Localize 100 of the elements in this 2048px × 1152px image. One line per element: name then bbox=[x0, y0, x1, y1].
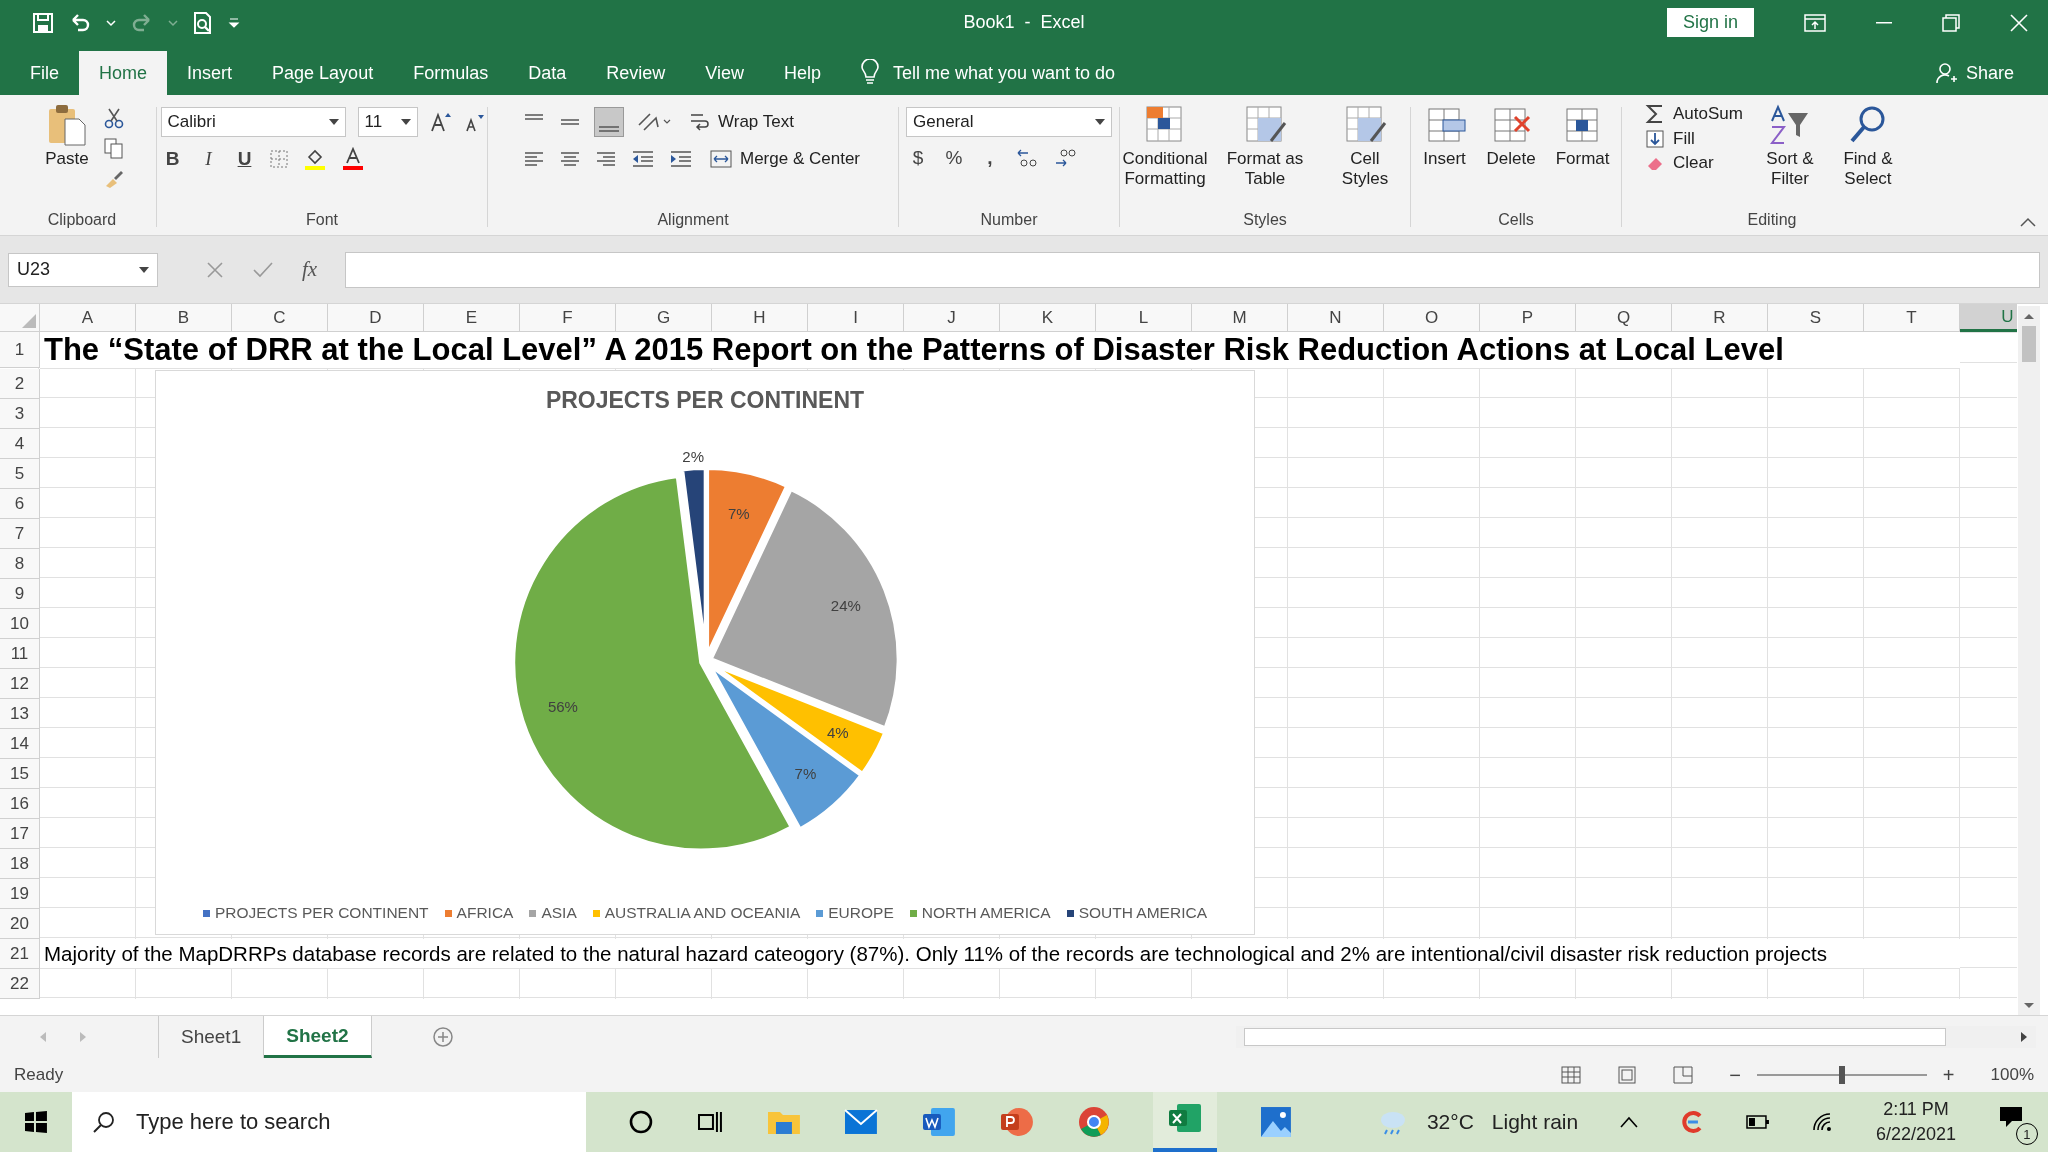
styles-button[interactable]: Cell Styles bbox=[1319, 99, 1411, 193]
row-header[interactable]: 15 bbox=[0, 759, 40, 789]
italic-button[interactable]: I bbox=[196, 148, 221, 171]
wifi-icon[interactable] bbox=[1812, 1112, 1834, 1132]
restore-icon[interactable] bbox=[1942, 13, 1960, 32]
row-header[interactable]: 12 bbox=[0, 669, 40, 699]
zoom-in-button[interactable]: + bbox=[1942, 1063, 1955, 1087]
column-header[interactable]: R bbox=[1672, 304, 1768, 332]
check-icon[interactable] bbox=[252, 260, 274, 279]
word-icon[interactable] bbox=[921, 1106, 958, 1138]
menu-tab[interactable]: File bbox=[10, 51, 79, 96]
shrink-font-icon[interactable] bbox=[463, 112, 484, 133]
windows-start-icon[interactable] bbox=[24, 1110, 48, 1134]
menu-tab[interactable]: Review bbox=[586, 51, 686, 96]
font-size-field[interactable]: 11 bbox=[357, 107, 418, 138]
row-header[interactable]: 7 bbox=[0, 519, 40, 549]
menu-tab[interactable]: Help bbox=[763, 51, 841, 96]
column-header[interactable]: F bbox=[520, 304, 616, 332]
row-header[interactable]: 10 bbox=[0, 609, 40, 639]
row-header[interactable]: 1 bbox=[0, 332, 40, 368]
percent-button[interactable]: % bbox=[942, 147, 966, 170]
merge-center-button[interactable]: Merge & Center bbox=[706, 147, 864, 172]
minimize-icon[interactable] bbox=[1876, 21, 1892, 24]
row-header[interactable]: 22 bbox=[0, 969, 40, 999]
menu-tab[interactable]: Data bbox=[508, 51, 587, 96]
zoom-out-button[interactable]: − bbox=[1729, 1063, 1741, 1087]
scroll-down-icon[interactable] bbox=[2023, 1002, 2035, 1010]
customize-icon[interactable] bbox=[228, 16, 240, 29]
row-header[interactable]: 17 bbox=[0, 819, 40, 849]
name-box[interactable]: U23 bbox=[8, 252, 158, 287]
number-format-field[interactable]: General bbox=[906, 107, 1112, 138]
underline-button[interactable]: U bbox=[232, 148, 257, 171]
photos-icon[interactable] bbox=[1259, 1105, 1293, 1139]
caret-icon[interactable] bbox=[328, 119, 339, 126]
lightbulb-icon[interactable] bbox=[860, 59, 879, 86]
scroll-up-icon[interactable] bbox=[2023, 312, 2035, 320]
normal-view-icon[interactable] bbox=[1561, 1066, 1582, 1085]
mail-icon[interactable] bbox=[843, 1108, 880, 1136]
taskbar-search-field[interactable]: Type here to search bbox=[71, 1092, 586, 1152]
close-icon[interactable] bbox=[2010, 13, 2028, 32]
column-header[interactable]: Q bbox=[1576, 304, 1672, 332]
menu-tab[interactable]: View bbox=[685, 51, 764, 96]
styles-button[interactable]: Conditional Formatting bbox=[1119, 99, 1211, 193]
align-bottom-icon[interactable] bbox=[594, 107, 624, 138]
row-header[interactable]: 19 bbox=[0, 879, 40, 909]
page-break-icon[interactable] bbox=[1673, 1066, 1694, 1085]
task-view-icon[interactable] bbox=[695, 1109, 724, 1135]
autosum-button[interactable]: AutoSum bbox=[1641, 101, 1747, 128]
temperature-text[interactable]: 32°C bbox=[1426, 1110, 1474, 1134]
column-header[interactable]: J bbox=[904, 304, 1000, 332]
currency-button[interactable]: $ bbox=[906, 147, 930, 170]
add-sheet-icon[interactable] bbox=[431, 1026, 454, 1049]
sort-filter-button[interactable]: Sort & Filter bbox=[1754, 99, 1825, 193]
caret-icon[interactable] bbox=[106, 18, 116, 27]
find-select-button[interactable]: Find & Select bbox=[1832, 99, 1903, 193]
scrollbar-thumb[interactable] bbox=[1244, 1028, 1946, 1047]
column-header[interactable]: P bbox=[1480, 304, 1576, 332]
column-header[interactable]: C bbox=[232, 304, 328, 332]
column-header[interactable]: E bbox=[424, 304, 520, 332]
row-header[interactable]: 14 bbox=[0, 729, 40, 759]
cortana-icon[interactable] bbox=[627, 1109, 654, 1135]
column-header[interactable]: S bbox=[1768, 304, 1864, 332]
save-icon[interactable] bbox=[32, 11, 54, 34]
menu-tab[interactable]: Insert bbox=[167, 51, 253, 96]
row-header[interactable]: 18 bbox=[0, 849, 40, 879]
row-header[interactable]: 5 bbox=[0, 459, 40, 489]
grow-font-icon[interactable] bbox=[429, 111, 452, 134]
chevron-up-icon[interactable] bbox=[1620, 1116, 1639, 1128]
column-header[interactable]: O bbox=[1384, 304, 1480, 332]
column-header[interactable]: U bbox=[1960, 304, 2017, 332]
caret-icon[interactable] bbox=[400, 119, 411, 126]
chart-area[interactable]: PROJECTS PER CONTINENT 7% 24% 4% 7% 56% 2% PROJECTS PER CONTINENT AFRICA ASIA AUSTRALIA AND OCEANIA EUROPE NORTH AMERICA SOUTH AMERICA bbox=[155, 370, 1255, 935]
bold-button[interactable]: B bbox=[160, 148, 185, 171]
increase-indent-icon[interactable] bbox=[668, 149, 694, 170]
font-name-field[interactable]: Calibri bbox=[160, 107, 346, 138]
row-header[interactable]: 6 bbox=[0, 489, 40, 519]
row-header[interactable]: 20 bbox=[0, 909, 40, 939]
menu-tab[interactable]: Page Layout bbox=[252, 51, 394, 96]
column-header[interactable]: B bbox=[136, 304, 232, 332]
decrease-indent-icon[interactable] bbox=[630, 149, 656, 170]
fill-button[interactable]: Fill bbox=[1641, 127, 1699, 152]
row-header[interactable]: 13 bbox=[0, 699, 40, 729]
row-header[interactable]: 11 bbox=[0, 639, 40, 669]
column-header[interactable]: N bbox=[1288, 304, 1384, 332]
styles-button[interactable]: Format as Table bbox=[1219, 99, 1311, 193]
row-header[interactable]: 4 bbox=[0, 429, 40, 459]
cells-button[interactable]: Format bbox=[1549, 99, 1616, 173]
caret-icon[interactable] bbox=[139, 266, 149, 273]
collapse-ribbon-icon[interactable] bbox=[2020, 217, 2036, 228]
comma-button[interactable]: , bbox=[978, 147, 1002, 170]
scissors-icon[interactable] bbox=[102, 107, 125, 130]
scrollbar-thumb[interactable] bbox=[2022, 326, 2036, 362]
excel-icon[interactable] bbox=[1167, 1102, 1204, 1134]
chrome-icon[interactable] bbox=[1077, 1105, 1112, 1139]
menu-tab[interactable]: Home bbox=[79, 51, 168, 96]
clear-button[interactable]: Clear bbox=[1641, 151, 1718, 176]
formula-input[interactable] bbox=[345, 251, 2040, 288]
weather-text[interactable]: Light rain bbox=[1491, 1110, 1579, 1134]
column-header[interactable]: K bbox=[1000, 304, 1096, 332]
paste-button[interactable]: Paste bbox=[39, 99, 95, 173]
